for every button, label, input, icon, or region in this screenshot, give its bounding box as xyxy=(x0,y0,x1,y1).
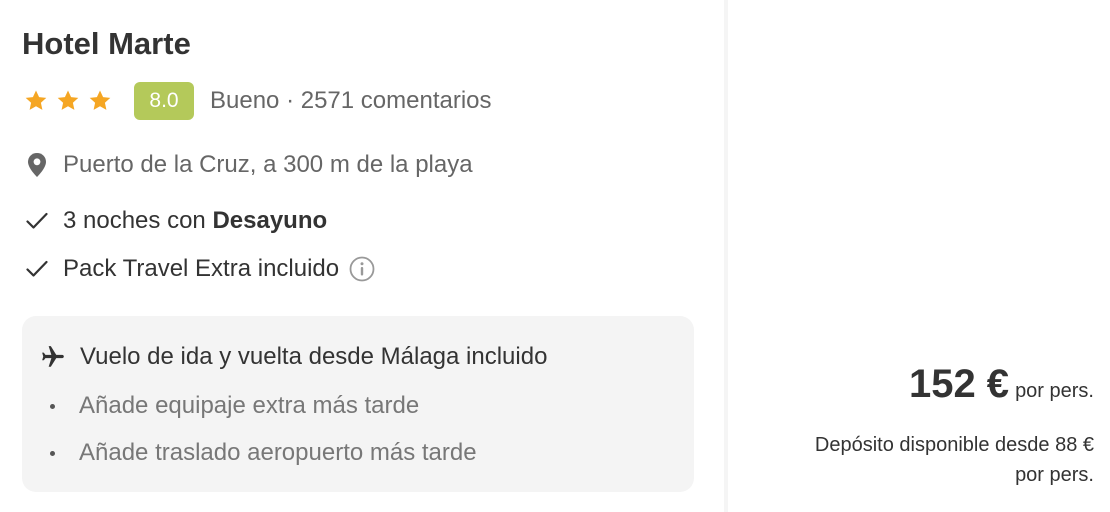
deposit-info: Depósito disponible desde 88 € por pers. xyxy=(734,430,1094,490)
check-icon xyxy=(26,212,48,229)
pack-feature-label: Pack Travel Extra incluido xyxy=(63,255,340,282)
flight-title: Vuelo de ida y vuelta desde Málaga inclu… xyxy=(80,343,548,370)
flight-row: Vuelo de ida y vuelta desde Málaga inclu… xyxy=(40,342,547,372)
score-badge: 8.0 xyxy=(134,82,194,120)
deposit-line-1: Depósito disponible desde 88 € xyxy=(814,434,1094,456)
hotel-name[interactable]: Hotel Marte xyxy=(22,26,191,62)
location-row: Puerto de la Cruz, a 300 m de la playa xyxy=(26,148,473,182)
flight-extra-item[interactable]: Añade equipaje extra más tarde xyxy=(50,391,419,421)
location-text: Puerto de la Cruz, a 300 m de la playa xyxy=(63,151,473,178)
bullet-dot xyxy=(50,403,55,409)
board-type: Desayuno xyxy=(212,207,328,234)
hotel-card-details: Hotel Marte 8.0 Bueno · 2571 comentarios… xyxy=(0,0,724,512)
flight-extra-item[interactable]: Añade traslado aeropuerto más tarde xyxy=(50,438,477,468)
plane-icon xyxy=(42,346,64,367)
map-pin-icon xyxy=(28,153,46,177)
star-icon xyxy=(25,90,47,110)
star-rating xyxy=(24,89,112,113)
review-summary[interactable]: Bueno · 2571 comentarios xyxy=(210,87,492,115)
airport-transfer-text: Añade traslado aeropuerto más tarde xyxy=(79,439,477,466)
price-panel: 152 € por pers. Depósito disponible desd… xyxy=(728,0,1110,512)
check-icon xyxy=(26,260,48,277)
star-icon xyxy=(57,90,79,110)
price-per-person: por pers. xyxy=(1015,380,1094,402)
bullet-dot xyxy=(50,450,55,456)
star-icon xyxy=(89,90,111,110)
rating-row: 8.0 Bueno · 2571 comentarios xyxy=(24,82,492,120)
price-line: 152 € por pers. xyxy=(909,362,1094,407)
price-amount: 152 € xyxy=(908,362,1010,406)
board-feature: 3 noches con Desayuno xyxy=(26,204,327,238)
flight-info-box: Vuelo de ida y vuelta desde Málaga inclu… xyxy=(22,316,694,492)
deposit-line-2: por pers. xyxy=(1015,464,1094,486)
extra-luggage-text: Añade equipaje extra más tarde xyxy=(79,392,420,419)
board-feature-label: 3 noches con Desayuno xyxy=(63,207,327,235)
info-icon[interactable] xyxy=(349,256,375,282)
nights-text: 3 noches con xyxy=(63,207,213,234)
pack-feature: Pack Travel Extra incluido xyxy=(26,252,375,286)
